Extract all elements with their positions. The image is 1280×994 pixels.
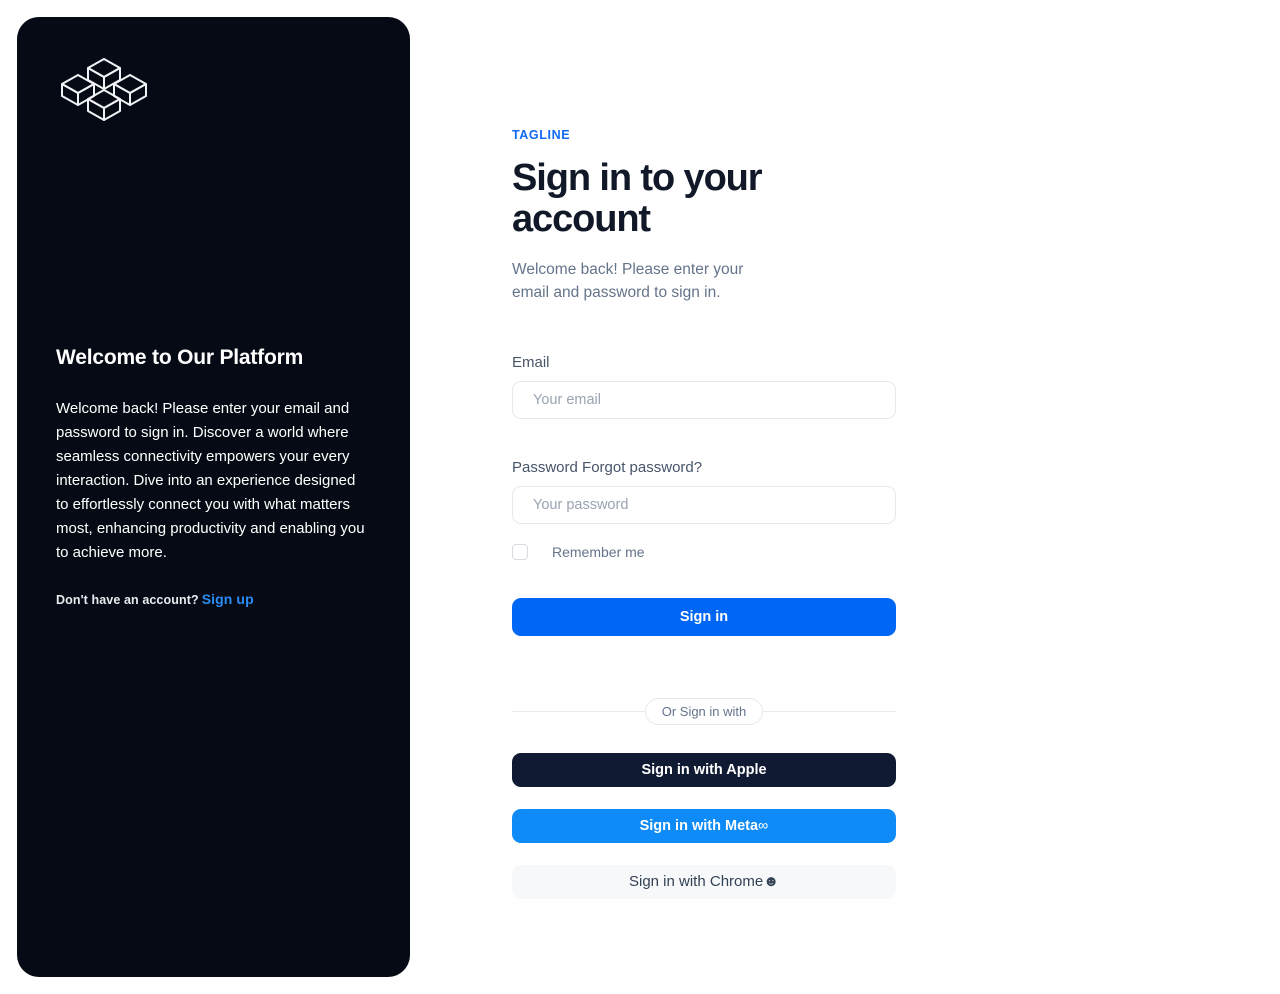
password-label: Password Forgot password? xyxy=(512,459,703,477)
hero-panel: Welcome to Our Platform Welcome back! Pl… xyxy=(17,17,410,977)
tagline-label: TAGLINE xyxy=(512,128,571,142)
password-field-group: Password Forgot password? xyxy=(512,459,896,525)
sign-in-with-apple-button[interactable]: Sign in with Apple xyxy=(512,753,896,788)
hero-content: Welcome to Our Platform Welcome back! Pl… xyxy=(56,345,376,607)
meta-infinity-icon: ∞ xyxy=(758,818,769,835)
hero-signup-row: Don't have an account? Sign up xyxy=(56,591,376,607)
remember-me-row[interactable]: Remember me xyxy=(512,544,896,561)
divider-label: Or Sign in with xyxy=(644,697,764,725)
apple-button-label: Sign in with Apple xyxy=(641,762,767,779)
remember-me-checkbox[interactable] xyxy=(512,544,528,561)
hero-signup-prompt: Don't have an account? xyxy=(56,593,199,608)
form-subtitle: Welcome back! Please enter your email an… xyxy=(512,261,744,302)
sign-in-with-chrome-button[interactable]: Sign in with Chrome☻ xyxy=(512,865,896,900)
cubes-logo-icon xyxy=(56,55,152,123)
hero-paragraph: Welcome back! Please enter your email an… xyxy=(56,400,365,562)
email-field-group: Email xyxy=(512,354,896,420)
email-input[interactable] xyxy=(512,381,896,420)
signin-form: TAGLINE Sign in to your account Welcome … xyxy=(512,128,896,900)
sign-up-link[interactable]: Sign up xyxy=(202,591,254,607)
social-divider: Or Sign in with xyxy=(512,697,896,725)
remember-me-label: Remember me xyxy=(552,544,645,561)
signin-page: Welcome to Our Platform Welcome back! Pl… xyxy=(0,0,1280,994)
password-input[interactable] xyxy=(512,486,896,525)
page-title: Sign in to your account xyxy=(512,157,763,241)
sign-in-button[interactable]: Sign in xyxy=(512,598,896,637)
email-label: Email xyxy=(512,354,550,372)
chrome-icon: ☻ xyxy=(763,873,780,891)
hero-title: Welcome to Our Platform xyxy=(56,346,304,369)
sign-in-with-meta-button[interactable]: Sign in with Meta∞ xyxy=(512,809,896,844)
meta-button-label: Sign in with Meta xyxy=(639,818,759,835)
chrome-button-label: Sign in with Chrome xyxy=(628,873,764,891)
